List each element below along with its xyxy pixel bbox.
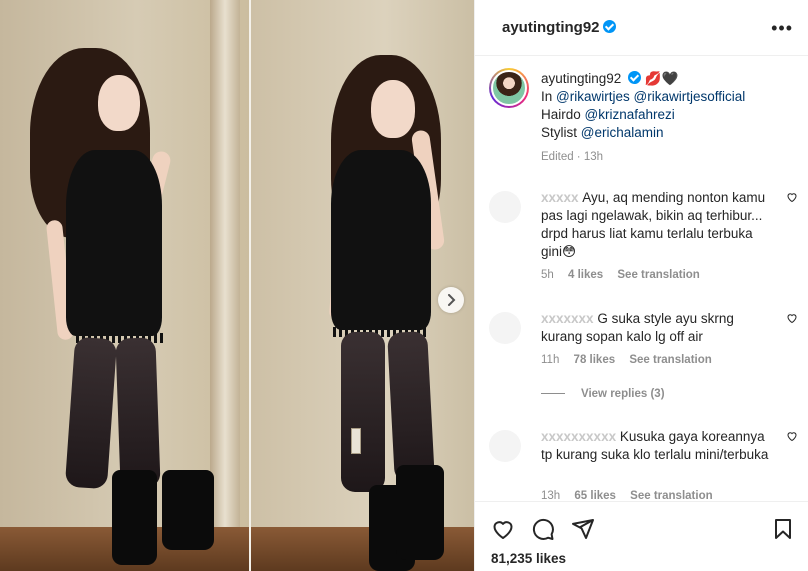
comment-text: xxxxx Ayu, aq mending nonton kamu pas la… [541,190,766,259]
header-username-text[interactable]: ayutingting92 [502,19,600,36]
comment-likes[interactable]: 4 likes [568,269,603,281]
mention-link[interactable]: @rikawirtjesofficial [634,89,746,104]
comment-avatar[interactable] [489,191,521,223]
post-actions-bar: 81,235 likes [475,501,808,571]
bookmark-icon[interactable] [771,517,795,541]
avatar[interactable] [489,68,529,108]
post-side-panel: ayutingting92 ••• ayutingting92 💋🖤 In @r… [474,0,808,571]
comment-item: xxxxxxxxxx Kusuka gaya koreannya tp kura… [489,428,797,506]
comment-text: xxxxxxx G suka style ayu skrng kurang so… [541,311,734,344]
view-replies-button[interactable]: View replies (3) [541,388,665,400]
comment-meta: 11h 78 likes See translation [541,354,723,366]
view-replies-line [541,393,565,395]
caption-stylist-label: Stylist [541,125,578,140]
header-username[interactable]: ayutingting92 [502,19,616,36]
door-frame [210,0,240,571]
heart-icon[interactable] [786,312,798,324]
comment-avatar[interactable] [489,430,521,462]
post-photo-1 [0,0,249,571]
heart-icon[interactable] [786,191,798,203]
edited-timestamp: Edited · 13h [541,151,604,163]
mention-link[interactable]: @erichalamin [581,125,664,140]
caption-hairdo-label: Hairdo [541,107,581,122]
comment-time[interactable]: 11h [541,354,559,366]
comment-text: xxxxxxxxxx Kusuka gaya koreannya tp kura… [541,429,769,462]
verified-badge-icon [602,20,616,33]
verified-badge-icon [628,71,642,84]
comment-avatar[interactable] [489,312,521,344]
caption-in-label: In [541,89,553,104]
comment-time[interactable]: 5h [541,269,554,281]
share-icon[interactable] [571,517,595,541]
comment-meta: 5h 4 likes See translation [541,269,711,281]
comment-item: xxxxx Ayu, aq mending nonton kamu pas la… [489,189,797,284]
see-translation-link[interactable]: See translation [629,354,711,366]
heart-icon[interactable] [491,517,515,541]
chevron-right-icon [448,294,456,306]
caption-text: ayutingting92 💋🖤 In @rikawirtjes @rikawi… [541,70,745,142]
post-header: ayutingting92 ••• [475,0,808,56]
see-translation-link[interactable]: See translation [617,269,699,281]
mention-link[interactable]: @kriznafahrezi [585,107,675,122]
post-photo-2 [251,0,474,571]
wall-socket [351,428,361,454]
post-media-carousel[interactable] [0,0,474,571]
carousel-next-button[interactable] [438,287,464,313]
comment-item: xxxxxxx G suka style ayu skrng kurang so… [489,310,797,370]
view-replies-label[interactable]: View replies (3) [581,388,665,400]
comment-likes[interactable]: 78 likes [574,354,616,366]
caption-username[interactable]: ayutingting92 [541,71,621,86]
comment-icon[interactable] [531,517,555,541]
heart-icon[interactable] [786,430,798,442]
lips-emoji: 💋🖤 [644,71,679,86]
likes-count[interactable]: 81,235 likes [491,551,566,566]
more-options-icon[interactable]: ••• [771,18,793,39]
mention-link[interactable]: @rikawirtjes [556,89,630,104]
